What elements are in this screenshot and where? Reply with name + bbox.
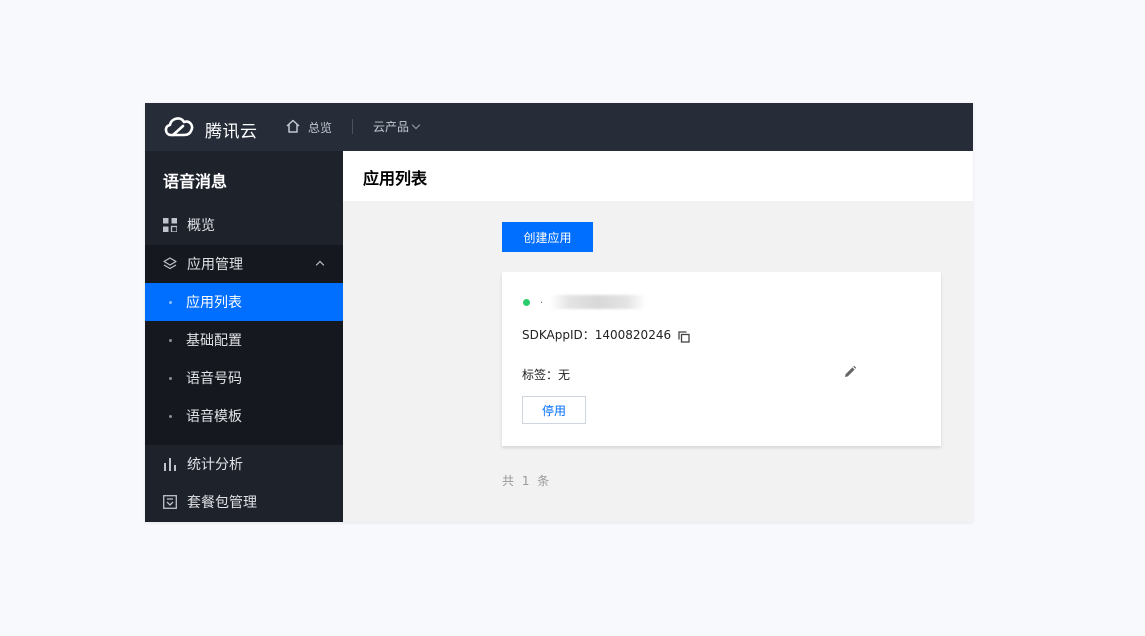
home-icon[interactable]	[285, 118, 301, 134]
layers-icon	[163, 257, 177, 270]
sdk-appid-value: 1400820246	[594, 327, 672, 342]
page-title: 应用列表	[363, 169, 428, 188]
bullet-dot-icon	[169, 300, 172, 304]
sidebar-item-label: 统计分析	[187, 457, 243, 473]
sidebar-subitem-label: 语音号码	[186, 371, 242, 387]
total-count: 共 1 条	[502, 474, 552, 488]
sidebar-item-app-management[interactable]: 应用管理	[145, 245, 343, 283]
tag-label: 标签：	[522, 368, 559, 382]
sidebar-title: 语音消息	[163, 172, 228, 191]
copy-icon[interactable]	[678, 330, 690, 343]
grid-icon	[163, 218, 177, 232]
tencent-cloud-logo-icon[interactable]	[162, 113, 196, 141]
bullet-dot-icon	[169, 338, 172, 342]
sidebar-item-label: 概览	[187, 218, 215, 234]
tag-value: 无	[558, 368, 571, 382]
sidebar-item-label: 套餐包管理	[187, 495, 257, 511]
nav-products-label: 云产品	[373, 120, 410, 134]
create-app-button[interactable]: 创建应用	[502, 222, 593, 252]
bar-chart-icon	[164, 458, 176, 471]
chevron-up-icon	[315, 260, 325, 270]
sidebar-subitem-voice-template[interactable]: 语音模板	[145, 397, 343, 435]
bullet-dot-icon	[169, 414, 172, 418]
app-name-separator: ·	[540, 298, 544, 309]
sidebar-item-package-management[interactable]: 套餐包管理	[145, 483, 343, 521]
chevron-down-icon	[411, 120, 421, 130]
sidebar-subitem-app-list[interactable]: 应用列表	[145, 283, 343, 321]
brand-name[interactable]: 腾讯云	[205, 117, 258, 142]
sidebar-item-overview[interactable]: 概览	[145, 206, 343, 244]
status-indicator-icon	[523, 299, 530, 306]
nav-products-dropdown[interactable]: 云产品	[373, 118, 421, 135]
console-window: 腾讯云 总览 云产品 语音消息 概览 应用管理 应用列表 基础配置 语音号码 语…	[145, 103, 973, 522]
app-card: · SDKAppID： 1400820246 标签：无 停用	[502, 272, 941, 446]
app-name-redacted[interactable]	[550, 295, 646, 309]
sidebar-subitem-voice-number[interactable]: 语音号码	[145, 359, 343, 397]
sidebar: 语音消息 概览 应用管理 应用列表 基础配置 语音号码 语音模板 统计分析 套餐…	[145, 151, 343, 522]
bullet-dot-icon	[169, 376, 172, 380]
disable-button[interactable]: 停用	[522, 396, 586, 424]
page-header: 应用列表	[343, 151, 973, 201]
nav-divider	[352, 119, 353, 134]
sidebar-item-label: 应用管理	[187, 257, 243, 273]
sdk-appid-row: SDKAppID： 1400820246	[522, 326, 690, 343]
tag-row: 标签：无	[522, 366, 570, 383]
sidebar-subitem-label: 应用列表	[186, 295, 242, 311]
nav-overview-link[interactable]: 总览	[308, 119, 332, 136]
sidebar-subitem-label: 语音模板	[186, 409, 242, 425]
sidebar-subitem-label: 基础配置	[186, 333, 242, 349]
pencil-icon[interactable]	[843, 365, 857, 379]
sdk-appid-label: SDKAppID：	[522, 328, 595, 342]
package-icon	[163, 495, 177, 509]
sidebar-subitem-basic-config[interactable]: 基础配置	[145, 321, 343, 359]
sidebar-item-statistics[interactable]: 统计分析	[145, 445, 343, 483]
sidebar-group-app-management: 应用管理 应用列表 基础配置 语音号码 语音模板	[145, 245, 343, 445]
top-navigation-bar: 腾讯云 总览 云产品	[145, 103, 973, 151]
